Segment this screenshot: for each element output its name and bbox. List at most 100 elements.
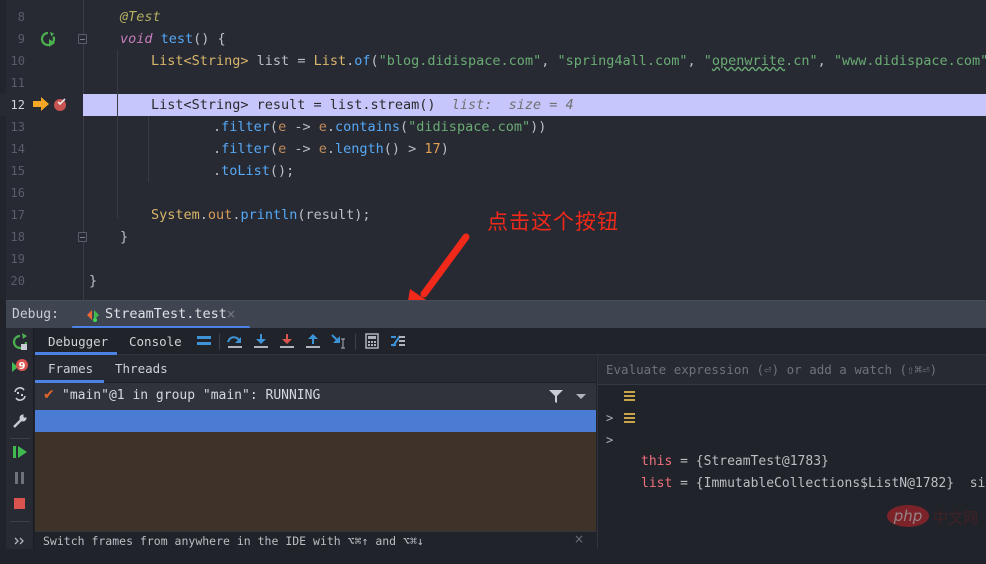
tab-console[interactable]: Console xyxy=(129,328,182,355)
code-text: System.out.println(result); xyxy=(151,207,371,223)
evaluate-expression-icon[interactable] xyxy=(363,333,381,349)
typo-squiggle: openwrite xyxy=(711,53,786,69)
line-number: 15 xyxy=(10,164,25,178)
stack-frame[interactable]: invoke0:-1, NativeMethodAccessorImpl (jd… xyxy=(35,432,596,472)
line-number: 9 xyxy=(17,32,25,46)
line-number: 13 xyxy=(10,120,25,134)
line-number: 20 xyxy=(10,274,25,288)
tab-threads[interactable]: Threads xyxy=(115,355,168,383)
inlay-hint-value: size = 4 xyxy=(508,97,574,113)
fold-marker[interactable] xyxy=(78,34,87,44)
code-line-20[interactable]: 20 } xyxy=(0,270,986,292)
toolbar-separator xyxy=(10,438,30,439)
debug-side-toolbar: 9 xyxy=(6,328,34,549)
variable-text: list = {ImmutableCollections$ListN@1782}… xyxy=(641,476,986,491)
view-breakpoints-icon[interactable]: 9 xyxy=(11,358,29,376)
code-text: List<String> list = List.of("blog.didisp… xyxy=(151,53,986,69)
annotation-text: 点击这个按钮 xyxy=(487,210,619,234)
line-number: 19 xyxy=(10,252,25,266)
tab-label: Debugger xyxy=(48,334,109,349)
svg-text:9: 9 xyxy=(19,361,26,372)
breakpoint-icon[interactable] xyxy=(53,97,67,111)
debug-session-tab[interactable]: StreamTest.test × xyxy=(72,301,250,329)
debug-label: Debug: xyxy=(12,307,59,322)
field-icon xyxy=(624,413,635,423)
line-number: 10 xyxy=(10,54,25,68)
toolbar-separator xyxy=(10,521,30,522)
force-step-into-icon[interactable] xyxy=(278,333,296,349)
watermark-logo: php xyxy=(887,505,929,527)
run-to-cursor-icon[interactable] xyxy=(330,333,348,349)
code-line-10[interactable]: 10 List<String> list = List.of("blog.did… xyxy=(0,50,986,72)
chevron-down-icon[interactable] xyxy=(576,394,586,399)
line-number: 16 xyxy=(10,186,25,200)
evaluate-expression-field[interactable]: Evaluate expression (⏎) or add a watch (… xyxy=(598,355,986,385)
variable-text: this = {StreamTest@1783} xyxy=(641,454,829,469)
line-number: 12 xyxy=(10,98,25,112)
fold-marker[interactable] xyxy=(78,232,87,242)
frames-subtabs: Frames Threads xyxy=(35,355,596,383)
code-text: .filter(e -> e.contains("didispace.com")… xyxy=(213,119,547,135)
line-number: 14 xyxy=(10,142,25,156)
tab-label: Frames xyxy=(48,361,94,376)
code-line-19[interactable]: 19 xyxy=(0,248,986,270)
stack-frame[interactable]: invoke:568, Method (java.lang.reflect) xyxy=(35,498,596,538)
toolbar-separator xyxy=(219,334,220,350)
code-text: .toList(); xyxy=(213,163,295,179)
stack-frame[interactable]: invoke:43, DelegatingMethodAccessorImpl … xyxy=(35,476,596,516)
stack-frame[interactable]: invoke:77, NativeMethodAccessorImpl (jdk… xyxy=(35,454,596,494)
filter-icon[interactable] xyxy=(549,390,563,403)
close-hint-icon[interactable]: × xyxy=(574,532,584,546)
field-icon xyxy=(624,391,635,401)
settings-wrench-icon[interactable] xyxy=(11,412,29,430)
line-number: 11 xyxy=(10,76,25,90)
execution-point-arrow-icon xyxy=(33,97,49,111)
debug-tool-window-header: Debug: StreamTest.test × xyxy=(6,300,986,329)
code-line-12-current[interactable]: 12 List<String> result = list.stream() l… xyxy=(0,94,986,116)
step-into-icon[interactable] xyxy=(252,333,270,349)
code-text: .filter(e -> e.length() > 17) xyxy=(213,141,449,157)
code-line-8[interactable]: 8 @Test xyxy=(0,6,986,28)
line-number: 8 xyxy=(17,10,25,24)
switch-frames-hint: Switch frames from anywhere in the IDE w… xyxy=(35,531,596,549)
variable-row[interactable]: > list = {ImmutableCollections$ListN@178… xyxy=(598,407,986,491)
evaluate-placeholder: Evaluate expression (⏎) or add a watch (… xyxy=(606,362,938,377)
code-line-9[interactable]: 9 void test() { xyxy=(0,28,986,50)
trace-current-stream-chain-icon[interactable] xyxy=(389,333,407,349)
debug-session-icon xyxy=(87,310,99,322)
code-line-16[interactable]: 16 xyxy=(0,182,986,204)
step-over-icon[interactable] xyxy=(226,333,244,349)
restore-layout-icon[interactable] xyxy=(11,385,29,403)
indent-guide xyxy=(117,50,118,218)
resume-icon[interactable] xyxy=(11,443,29,461)
variable-row[interactable]: > this = {StreamTest@1783} xyxy=(598,385,986,469)
inlay-hint: list: xyxy=(451,97,493,113)
tab-frames[interactable]: Frames xyxy=(35,355,104,383)
step-out-icon[interactable] xyxy=(304,333,322,349)
pause-icon[interactable] xyxy=(11,469,29,487)
code-text: } xyxy=(89,273,98,289)
tab-label: Console xyxy=(129,334,182,349)
close-tab-icon[interactable]: × xyxy=(226,307,236,321)
stack-frame-partial[interactable] xyxy=(35,520,596,531)
frames-pane: Frames Threads ✔ "main"@1 in group "main… xyxy=(35,355,596,549)
thread-selector[interactable]: ✔ "main"@1 in group "main": RUNNING xyxy=(35,383,596,410)
stop-icon[interactable] xyxy=(11,495,29,513)
tab-debugger[interactable]: Debugger xyxy=(35,328,117,355)
run-test-icon[interactable] xyxy=(40,31,56,47)
show-execution-point-icon[interactable] xyxy=(195,333,213,349)
thread-label: "main"@1 in group "main": RUNNING xyxy=(62,388,321,403)
expand-chevron-icon[interactable]: > xyxy=(606,429,613,451)
watermark: php 中文网 xyxy=(887,505,986,535)
debugger-toolbar: Debugger Console xyxy=(35,328,986,355)
session-name: StreamTest.test xyxy=(105,306,227,322)
rerun-icon[interactable] xyxy=(11,333,29,351)
stack-frame[interactable]: ⮌ test:12, StreamTest (com.didispace.deb… xyxy=(35,410,596,472)
hint-text: Switch frames from anywhere in the IDE w… xyxy=(43,534,424,548)
line-number: 18 xyxy=(10,230,25,244)
line-number: 17 xyxy=(10,208,25,222)
code-line-11[interactable]: 11 xyxy=(0,72,986,94)
code-editor[interactable]: 8 @Test 9 void test() { 10 List<String> … xyxy=(0,0,986,300)
thread-running-check-icon: ✔ xyxy=(43,387,55,403)
more-icon[interactable] xyxy=(11,531,29,549)
